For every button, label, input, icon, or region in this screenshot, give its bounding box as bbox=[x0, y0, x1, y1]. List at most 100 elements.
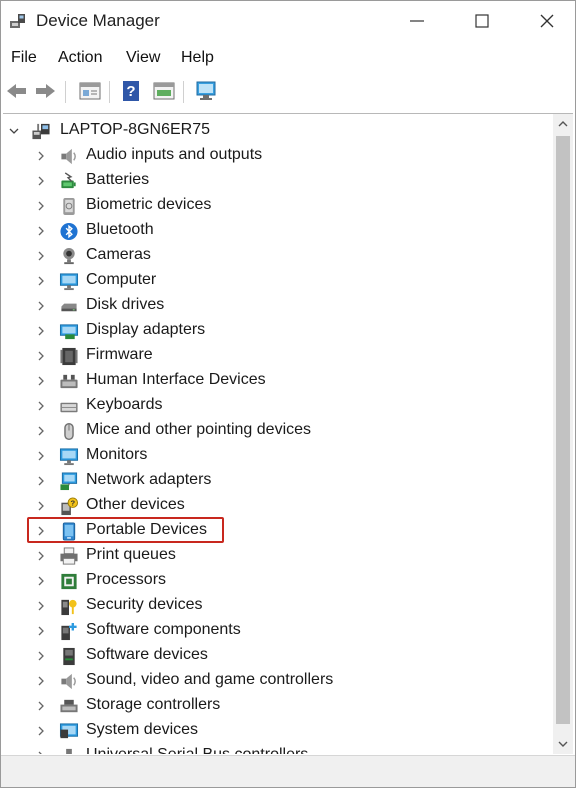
chevron-right-icon[interactable] bbox=[36, 751, 46, 754]
chevron-right-icon[interactable] bbox=[36, 151, 46, 161]
chevron-right-icon[interactable] bbox=[36, 326, 46, 336]
storage-controller-icon bbox=[60, 699, 78, 713]
tree-root-laptop[interactable]: LAPTOP-8GN6ER75 bbox=[3, 119, 543, 144]
chevron-right-icon[interactable] bbox=[36, 476, 46, 486]
help-icon[interactable]: ? bbox=[121, 80, 145, 102]
chevron-right-icon[interactable] bbox=[36, 301, 46, 311]
keyboard-icon bbox=[60, 402, 78, 413]
bluetooth-icon bbox=[60, 222, 78, 241]
tree-item-mice-and-other-pointing-devices[interactable]: Mice and other pointing devices bbox=[3, 419, 543, 444]
monitor-icon bbox=[59, 273, 79, 291]
chevron-right-icon[interactable] bbox=[36, 451, 46, 461]
tree-item-biometric-devices[interactable]: Biometric devices bbox=[3, 194, 543, 219]
tree-item-label: Universal Serial Bus controllers bbox=[86, 746, 308, 754]
chevron-right-icon[interactable] bbox=[36, 501, 46, 511]
tree-item-display-adapters[interactable]: Display adapters bbox=[3, 319, 543, 344]
tree-item-label: Audio inputs and outputs bbox=[86, 146, 263, 163]
tree-item-label: Software devices bbox=[86, 646, 208, 663]
tree-item-storage-controllers[interactable]: Storage controllers bbox=[3, 694, 543, 719]
menu-action[interactable]: Action bbox=[58, 49, 102, 67]
network-icon bbox=[60, 472, 78, 491]
chevron-right-icon[interactable] bbox=[36, 401, 46, 411]
minimize-button[interactable] bbox=[395, 1, 439, 41]
tree-item-label: Print queues bbox=[86, 546, 176, 563]
scan-hardware-icon[interactable] bbox=[194, 80, 218, 102]
chevron-right-icon[interactable] bbox=[36, 176, 46, 186]
printer-icon bbox=[60, 547, 78, 565]
properties-icon[interactable] bbox=[78, 80, 102, 102]
chevron-right-icon[interactable] bbox=[36, 551, 46, 561]
menu-help[interactable]: Help bbox=[181, 49, 214, 67]
chevron-right-icon[interactable] bbox=[36, 626, 46, 636]
tree-item-system-devices[interactable]: System devices bbox=[3, 719, 543, 744]
tree-item-audio-inputs-and-outputs[interactable]: Audio inputs and outputs bbox=[3, 144, 543, 169]
speaker-icon bbox=[61, 148, 76, 165]
minimize-icon bbox=[410, 20, 424, 22]
scrollbar-thumb[interactable] bbox=[556, 136, 570, 724]
tree-item-security-devices[interactable]: Security devices bbox=[3, 594, 543, 619]
close-button[interactable] bbox=[525, 1, 569, 41]
tree-item-firmware[interactable]: Firmware bbox=[3, 344, 543, 369]
tree-item-monitors[interactable]: Monitors bbox=[3, 444, 543, 469]
chevron-right-icon[interactable] bbox=[36, 576, 46, 586]
chevron-right-icon[interactable] bbox=[36, 676, 46, 686]
tree-root-label: LAPTOP-8GN6ER75 bbox=[60, 121, 210, 138]
tree-item-human-interface-devices[interactable]: Human Interface Devices bbox=[3, 369, 543, 394]
speaker-icon bbox=[61, 673, 76, 690]
chevron-right-icon[interactable] bbox=[36, 251, 46, 261]
chevron-up-icon bbox=[558, 121, 568, 127]
toolbar-separator bbox=[65, 81, 66, 103]
chevron-right-icon[interactable] bbox=[36, 426, 46, 436]
chevron-right-icon[interactable] bbox=[36, 601, 46, 611]
tree-item-label: Computer bbox=[86, 271, 157, 288]
chevron-right-icon[interactable] bbox=[36, 726, 46, 736]
mouse-icon bbox=[64, 422, 74, 441]
chevron-right-icon[interactable] bbox=[36, 201, 46, 211]
tree-item-print-queues[interactable]: Print queues bbox=[3, 544, 543, 569]
tree-item-network-adapters[interactable]: Network adapters bbox=[3, 469, 543, 494]
display-adapter-icon bbox=[59, 324, 79, 340]
toolbar: ? bbox=[1, 75, 575, 109]
chevron-right-icon[interactable] bbox=[36, 701, 46, 711]
tree-item-label: Storage controllers bbox=[86, 696, 221, 713]
chevron-right-icon[interactable] bbox=[36, 276, 46, 286]
menu-file[interactable]: File bbox=[11, 49, 37, 67]
tree-item-disk-drives[interactable]: Disk drives bbox=[3, 294, 543, 319]
toolbar-separator bbox=[109, 81, 110, 103]
tree-item-sound-video-and-game-controllers[interactable]: Sound, video and game controllers bbox=[3, 669, 543, 694]
tree-item-batteries[interactable]: Batteries bbox=[3, 169, 543, 194]
back-arrow-icon[interactable] bbox=[5, 80, 29, 102]
tree-item-software-devices[interactable]: Software devices bbox=[3, 644, 543, 669]
menu-view[interactable]: View bbox=[126, 49, 160, 67]
usb-icon bbox=[66, 748, 72, 754]
scroll-down-arrow[interactable] bbox=[557, 738, 569, 750]
forward-arrow-icon[interactable] bbox=[33, 80, 57, 102]
tree-item-universal-serial-bus-controllers[interactable]: Universal Serial Bus controllers bbox=[3, 744, 543, 754]
update-driver-icon[interactable] bbox=[152, 80, 176, 102]
tree-item-keyboards[interactable]: Keyboards bbox=[3, 394, 543, 419]
chevron-right-icon[interactable] bbox=[36, 351, 46, 361]
security-device-icon bbox=[61, 599, 77, 616]
tree-item-label: Human Interface Devices bbox=[86, 371, 266, 388]
tree-item-label: Software components bbox=[86, 621, 241, 638]
tree-item-processors[interactable]: Processors bbox=[3, 569, 543, 594]
menu-bar: File Action View Help bbox=[1, 45, 575, 73]
tree-item-software-components[interactable]: Software components bbox=[3, 619, 543, 644]
chevron-down-icon bbox=[558, 741, 568, 747]
device-manager-icon bbox=[10, 14, 25, 28]
tree-item-label: Network adapters bbox=[86, 471, 212, 488]
tree-item-computer[interactable]: Computer bbox=[3, 269, 543, 294]
tree-item-bluetooth[interactable]: Bluetooth bbox=[3, 219, 543, 244]
tree-item-other-devices[interactable]: ? Other devices bbox=[3, 494, 543, 519]
chevron-right-icon[interactable] bbox=[36, 376, 46, 386]
tree-item-cameras[interactable]: Cameras bbox=[3, 244, 543, 269]
scroll-up-arrow[interactable] bbox=[557, 118, 569, 130]
chevron-down-icon[interactable] bbox=[9, 126, 19, 136]
unknown-device-icon: ? bbox=[61, 497, 79, 516]
vertical-scrollbar[interactable] bbox=[553, 114, 573, 754]
window-title: Device Manager bbox=[36, 11, 160, 30]
maximize-button[interactable] bbox=[460, 1, 504, 41]
chevron-right-icon[interactable] bbox=[36, 226, 46, 236]
tree-item-label: Disk drives bbox=[86, 296, 165, 313]
chevron-right-icon[interactable] bbox=[36, 651, 46, 661]
